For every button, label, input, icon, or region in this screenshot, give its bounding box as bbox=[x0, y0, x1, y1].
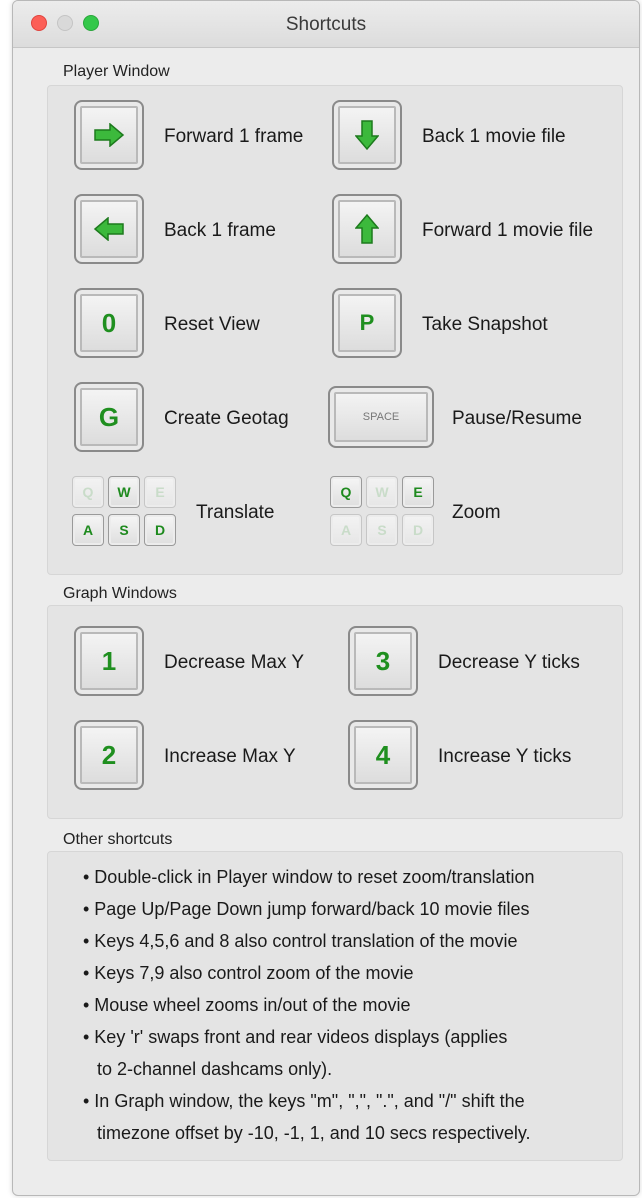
space-key: SPACE bbox=[328, 386, 434, 448]
down-arrow-icon bbox=[355, 120, 379, 151]
player-window-section-label: Player Window bbox=[63, 63, 170, 80]
shortcut-label: Decrease Y ticks bbox=[438, 652, 580, 673]
d-key-mini: D bbox=[144, 514, 176, 546]
shortcut-label: Back 1 frame bbox=[164, 220, 276, 241]
three-key: 3 bbox=[348, 626, 418, 696]
up-arrow-key bbox=[332, 194, 402, 264]
player-window-box: Forward 1 frame Back 1 movie file Back 1… bbox=[47, 85, 623, 575]
shortcut-label: Create Geotag bbox=[164, 408, 289, 429]
e-key-mini: E bbox=[402, 476, 434, 508]
shortcut-label: Forward 1 frame bbox=[164, 126, 304, 147]
shortcut-note: • In Graph window, the keys "m", ",", ".… bbox=[83, 1091, 525, 1111]
q-key-mini: Q bbox=[72, 476, 104, 508]
zoom-label: Zoom bbox=[452, 502, 501, 523]
graph-windows-box: 1 Decrease Max Y 3 Decrease Y ticks 2 In… bbox=[47, 605, 623, 819]
two-key: 2 bbox=[74, 720, 144, 790]
shortcut-note: • Key 'r' swaps front and rear videos di… bbox=[83, 1027, 508, 1047]
shortcut-label: Increase Y ticks bbox=[438, 746, 572, 767]
right-arrow-key bbox=[74, 100, 144, 170]
shortcut-note-continued: to 2-channel dashcams only). bbox=[97, 1059, 333, 1079]
shortcut-label: Decrease Max Y bbox=[164, 652, 305, 673]
up-arrow-icon bbox=[355, 213, 379, 244]
down-arrow-key bbox=[332, 100, 402, 170]
right-arrow-icon bbox=[94, 123, 125, 147]
shortcut-note-continued: timezone offset by -10, -1, 1, and 10 se… bbox=[97, 1123, 531, 1143]
g-key: G bbox=[74, 382, 144, 452]
e-key-mini: E bbox=[144, 476, 176, 508]
translate-label: Translate bbox=[196, 502, 275, 523]
shortcut-label: Increase Max Y bbox=[164, 746, 296, 767]
shortcut-label: Pause/Resume bbox=[452, 408, 582, 429]
w-key-mini: W bbox=[366, 476, 398, 508]
shortcut-note: • Keys 7,9 also control zoom of the movi… bbox=[83, 963, 414, 983]
shortcut-label: Back 1 movie file bbox=[422, 126, 566, 147]
w-key-mini: W bbox=[108, 476, 140, 508]
shortcut-label: Forward 1 movie file bbox=[422, 220, 594, 241]
s-key-mini: S bbox=[366, 514, 398, 546]
a-key-mini: A bbox=[330, 514, 362, 546]
q-key-mini: Q bbox=[330, 476, 362, 508]
left-arrow-icon bbox=[93, 217, 124, 241]
shortcuts-window: Shortcuts Player Window Forward 1 frame … bbox=[12, 0, 640, 1196]
shortcut-label: Reset View bbox=[164, 314, 260, 335]
s-key-mini: S bbox=[108, 514, 140, 546]
zero-key: 0 bbox=[74, 288, 144, 358]
shortcut-note: • Double-click in Player window to reset… bbox=[83, 867, 535, 887]
shortcut-note: • Mouse wheel zooms in/out of the movie bbox=[83, 995, 411, 1015]
d-key-mini: D bbox=[402, 514, 434, 546]
left-arrow-key bbox=[74, 194, 144, 264]
shortcut-note: • Page Up/Page Down jump forward/back 10… bbox=[83, 899, 530, 919]
p-key: P bbox=[332, 288, 402, 358]
window-title: Shortcuts bbox=[285, 14, 367, 35]
shortcut-label: Take Snapshot bbox=[422, 314, 548, 335]
title-bar: Shortcuts bbox=[13, 1, 639, 48]
other-shortcuts-section-label: Other shortcuts bbox=[63, 831, 173, 848]
a-key-mini: A bbox=[72, 514, 104, 546]
shortcut-note: • Keys 4,5,6 and 8 also control translat… bbox=[83, 931, 518, 951]
graph-windows-section-label: Graph Windows bbox=[63, 585, 177, 602]
one-key: 1 bbox=[74, 626, 144, 696]
four-key: 4 bbox=[348, 720, 418, 790]
